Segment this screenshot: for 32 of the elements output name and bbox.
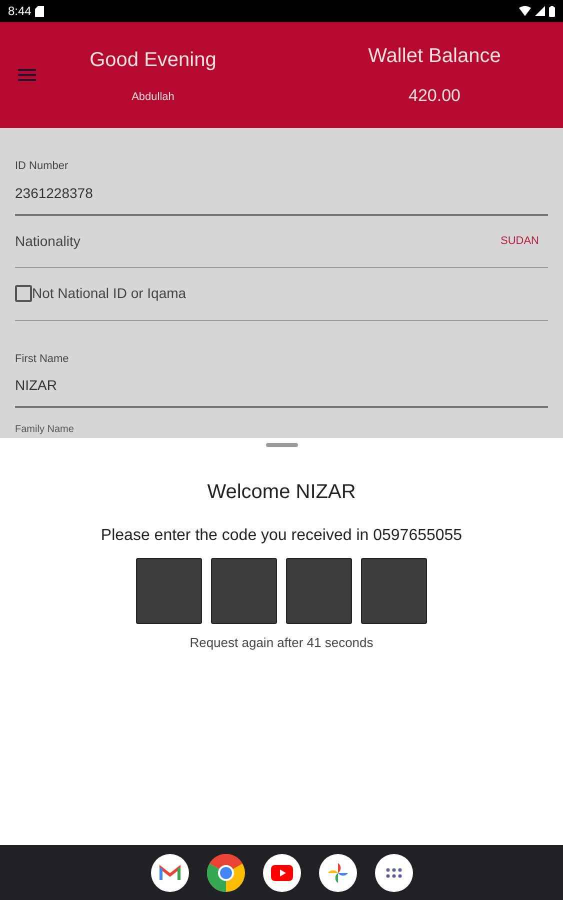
resend-note: Request again after 41 seconds: [190, 634, 374, 652]
code-input[interactable]: [361, 558, 427, 624]
wallet-balance-amount: 420.00: [408, 85, 460, 108]
field-label: ID Number: [15, 159, 70, 174]
field-label: Nationality: [15, 232, 80, 251]
field-label: First Name: [15, 352, 70, 366]
apps-grid-icon[interactable]: [374, 854, 412, 892]
code-input[interactable]: [286, 558, 352, 624]
menu-icon: [18, 69, 36, 81]
sd-card-icon: [35, 6, 44, 16]
checkbox[interactable]: [15, 285, 32, 302]
mail-app-icon[interactable]: [150, 854, 188, 892]
browser-app-icon[interactable]: [206, 854, 244, 892]
welcome-title: Welcome NIZAR: [207, 480, 356, 505]
text-field[interactable]: 2361228378: [15, 174, 548, 216]
code-input[interactable]: [136, 558, 202, 624]
signal-icon: [535, 6, 545, 16]
code-input[interactable]: [211, 558, 277, 624]
status-time: 8:44: [8, 3, 32, 20]
wifi-icon: [519, 6, 531, 16]
drag-handle[interactable]: [266, 443, 298, 447]
checkbox-label: Not National ID or Iqama: [32, 284, 186, 303]
nationality-select[interactable]: SUDAN: [500, 232, 539, 250]
code-prompt: Please enter the code you received in 0597655055: [100, 526, 462, 546]
battery-icon: [549, 6, 555, 16]
pinwheel-app-icon[interactable]: [318, 854, 356, 892]
wallet-balance-title: Wallet Balance: [368, 44, 501, 70]
field-label: Family Name: [15, 424, 75, 436]
text-field[interactable]: NIZAR: [15, 367, 548, 408]
user-name: Abdullah: [132, 90, 174, 105]
video-app-icon[interactable]: [262, 854, 300, 892]
greeting-title: Good Evening: [90, 48, 216, 73]
